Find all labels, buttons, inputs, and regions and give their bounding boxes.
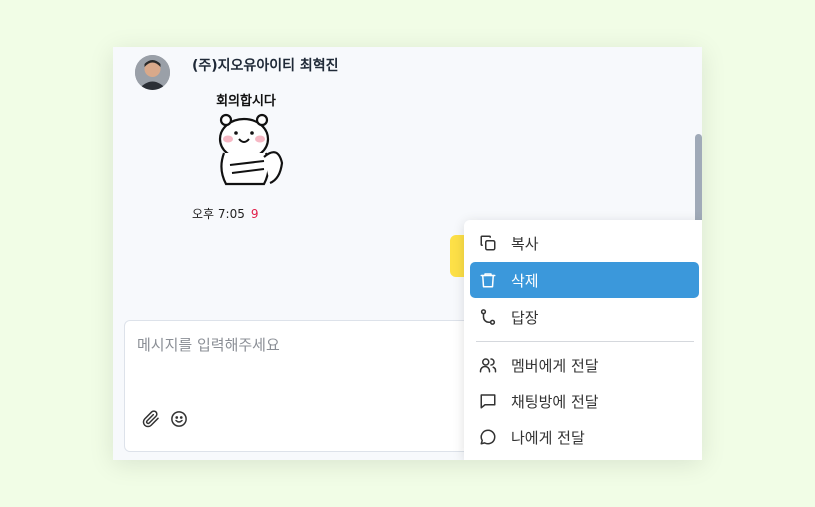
- menu-item-delete[interactable]: 삭제: [470, 262, 699, 298]
- message-meta: 오후 7:05 9: [192, 205, 258, 222]
- message-context-menu: 복사 삭제 답장 멤버에게 전달 채팅방에 전달 나에게 전달: [464, 220, 702, 460]
- menu-item-forward-self[interactable]: 나에게 전달: [470, 419, 699, 455]
- reply-icon: [478, 307, 498, 327]
- menu-item-label: 삭제: [511, 271, 539, 290]
- trash-icon: [478, 270, 498, 290]
- chat-square-icon: [478, 391, 498, 411]
- chat-round-icon: [478, 427, 498, 447]
- menu-item-copy[interactable]: 복사: [470, 225, 699, 261]
- sender-name: (주)지오유아이티 최혁진: [192, 58, 339, 74]
- smile-icon[interactable]: [169, 409, 189, 429]
- users-icon: [478, 355, 498, 375]
- menu-item-label: 복사: [511, 234, 539, 253]
- menu-item-label: 답장: [511, 308, 539, 327]
- menu-item-forward-member[interactable]: 멤버에게 전달: [470, 347, 699, 383]
- menu-item-label: 나에게 전달: [511, 428, 585, 447]
- paperclip-icon[interactable]: [141, 409, 161, 429]
- menu-item-label: 채팅방에 전달: [511, 392, 599, 411]
- copy-icon: [478, 233, 498, 253]
- message-time: 오후 7:05: [192, 207, 245, 221]
- menu-item-reply[interactable]: 답장: [470, 299, 699, 335]
- menu-item-label: 멤버에게 전달: [511, 356, 599, 375]
- message-input[interactable]: 메시지를 입력해주세요: [137, 334, 280, 355]
- chat-window: (주)지오유아이티 최혁진 회의합시다 오후 7:05 9 메시지를 입력해주세요: [113, 47, 702, 460]
- scrollbar[interactable]: [695, 134, 702, 224]
- svg-text:회의합시다: 회의합시다: [216, 93, 276, 109]
- unread-count: 9: [250, 207, 259, 221]
- menu-item-forward-chatroom[interactable]: 채팅방에 전달: [470, 383, 699, 419]
- sticker-image[interactable]: 회의합시다: [206, 89, 286, 189]
- avatar[interactable]: [135, 55, 170, 90]
- menu-divider: [476, 341, 694, 342]
